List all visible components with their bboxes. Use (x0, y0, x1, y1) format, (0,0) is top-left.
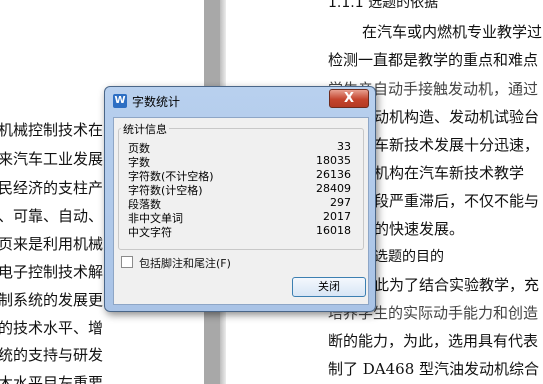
doc-line: 在汽车或内燃机专业教学过 (362, 23, 543, 41)
stat-row-chinese-chars: 中文字符 16018 (128, 224, 364, 239)
doc-line: 木水平目左重要 (0, 374, 104, 384)
stat-row-chars-with-spaces: 字符数(计空格) 28409 (128, 182, 364, 197)
doc-line: 民经济的支柱产 (0, 179, 104, 197)
stat-row-paragraphs: 段落数 297 (128, 196, 364, 211)
doc-line: 、可靠、自动、 (0, 207, 104, 225)
close-button[interactable]: 关闭 (292, 277, 366, 297)
include-footnotes-label[interactable]: 包括脚注和尾注(F) (139, 255, 231, 271)
stat-label: 中文字符 (128, 226, 172, 239)
doc-line: 的快速发展。 (374, 220, 465, 238)
stat-row-pages: 页数 33 (128, 140, 364, 155)
stat-value: 297 (330, 196, 351, 209)
doc-line: 检测一直都是教学的重点和难点 (328, 51, 539, 69)
dialog-title: 字数统计 (132, 95, 181, 109)
doc-line: 机械控制技术在 (0, 121, 104, 139)
section-heading: 1.1.1 选题的依据 (328, 0, 439, 11)
doc-line: 来汽车工业发展 (0, 150, 104, 168)
stat-value: 2017 (323, 210, 351, 223)
group-title: 统计信息 (121, 121, 169, 137)
close-icon[interactable]: X (329, 89, 369, 108)
doc-line: 的技术水平、增 (0, 319, 104, 337)
dialog-titlebar[interactable]: W 字数统计 X (105, 87, 375, 111)
doc-line: 统的支持与研发 (0, 346, 104, 364)
doc-line: 制系统的发展更 (0, 291, 104, 309)
doc-line: 机构在汽车新技术教学 (374, 164, 525, 182)
include-footnotes-checkbox[interactable] (121, 256, 133, 268)
doc-line: 此为了结合实验教学，充 (374, 276, 540, 294)
doc-line: 车新技术发展十分迅速， (374, 136, 540, 154)
doc-line: 电子控制技术解 (0, 263, 104, 281)
doc-line: 动机构造、发动机试验台 (374, 108, 540, 126)
doc-line: 断的能力，为此，选用具有代表 (328, 332, 539, 350)
wps-writer-icon: W (113, 94, 127, 108)
word-count-dialog: W 字数统计 X 统计信息 页数 33 字数 18035 字符数(不计空格) 2… (104, 86, 376, 312)
stat-value: 18035 (316, 154, 351, 167)
doc-line: 制了 DA468 型汽油发动机综合 (328, 360, 540, 378)
stat-value: 26136 (316, 168, 351, 181)
stat-row-words: 字数 18035 (128, 154, 364, 169)
stat-value: 28409 (316, 182, 351, 195)
stat-value: 33 (337, 140, 351, 153)
section-heading: 选题的目的 (374, 249, 444, 265)
stat-row-non-chinese-words: 非中文单词 2017 (128, 210, 364, 225)
statistics-group: 统计信息 页数 33 字数 18035 字符数(不计空格) 26136 字符数(… (118, 121, 364, 250)
stat-row-chars-no-spaces: 字符数(不计空格) 26136 (128, 168, 364, 183)
stat-value: 16018 (316, 224, 351, 237)
doc-line: 页来是利用机械 (0, 235, 104, 253)
dialog-body: 统计信息 页数 33 字数 18035 字符数(不计空格) 26136 字符数(… (113, 117, 369, 305)
doc-line: 段严重滞后，不仅不能与 (374, 192, 540, 210)
